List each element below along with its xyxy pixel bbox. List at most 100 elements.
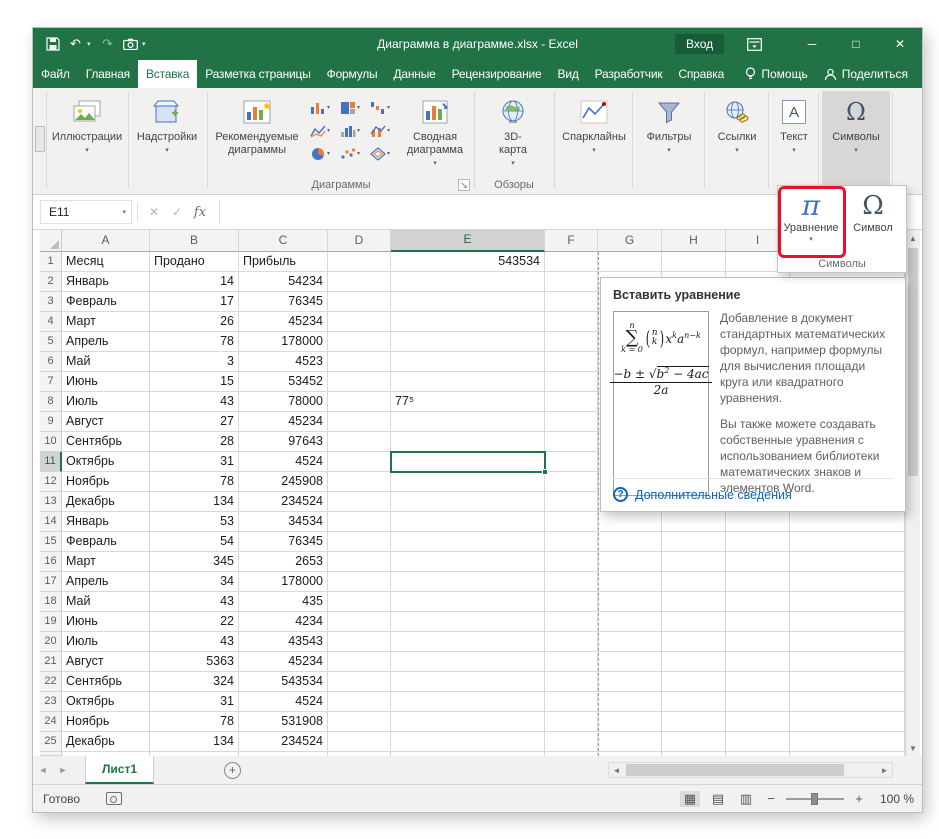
column-header-A[interactable]: A [62,230,150,252]
cell-D7[interactable] [328,372,391,392]
zoom-in-icon[interactable]: + [852,791,866,806]
cell-J18[interactable] [790,592,905,612]
sign-in-button[interactable]: Вход [675,34,724,54]
cell-H23[interactable] [662,692,726,712]
cell-E6[interactable] [391,352,545,372]
cell-B25[interactable]: 134 [150,732,239,752]
cell-B13[interactable]: 134 [150,492,239,512]
cell-D18[interactable] [328,592,391,612]
cell-I16[interactable] [726,552,790,572]
zoom-slider-thumb[interactable] [811,793,818,805]
cell-D13[interactable] [328,492,391,512]
row-header-16[interactable]: 16 [40,552,62,572]
cell-B14[interactable]: 53 [150,512,239,532]
row-header-21[interactable]: 21 [40,652,62,672]
links-button[interactable]: Ссылки ▾ [708,91,766,191]
camera-icon[interactable] [119,32,142,56]
cell-J24[interactable] [790,712,905,732]
cell-E14[interactable] [391,512,545,532]
cell-H14[interactable] [662,512,726,532]
cell-J23[interactable] [790,692,905,712]
cell-A25[interactable]: Декабрь [62,732,150,752]
cell-I21[interactable] [726,652,790,672]
cell-B5[interactable]: 78 [150,332,239,352]
zoom-level-label[interactable]: 100 % [874,792,914,806]
cell-F2[interactable] [545,272,598,292]
ribbon-tab-view[interactable]: Вид [550,60,587,88]
close-button[interactable]: ✕ [878,28,922,60]
cell-E12[interactable] [391,472,545,492]
row-header-6[interactable]: 6 [40,352,62,372]
cell-D25[interactable] [328,732,391,752]
save-icon[interactable] [41,32,64,56]
cell-D17[interactable] [328,572,391,592]
map3d-button[interactable]: 3D- карта ▾ [480,91,546,191]
cell-E8[interactable]: 77⁵ [391,392,545,412]
cell-D22[interactable] [328,672,391,692]
addins-button[interactable]: Надстройки ▾ [130,91,204,191]
cell-E9[interactable] [391,412,545,432]
cell-I19[interactable] [726,612,790,632]
cell-B6[interactable]: 3 [150,352,239,372]
cell-B16[interactable]: 345 [150,552,239,572]
cell-E5[interactable] [391,332,545,352]
cell-D3[interactable] [328,292,391,312]
scroll-down-icon[interactable]: ▼ [906,740,920,756]
cell-E20[interactable] [391,632,545,652]
customize-qat-icon[interactable]: ▾ [142,40,151,48]
sheet-nav-right-icon[interactable]: ► [53,756,73,784]
cell-B1[interactable]: Продано [150,252,239,272]
zoom-out-icon[interactable]: − [764,791,778,806]
cell-D14[interactable] [328,512,391,532]
cell-A5[interactable]: Апрель [62,332,150,352]
cell-F23[interactable] [545,692,598,712]
row-header-22[interactable]: 22 [40,672,62,692]
cell-D4[interactable] [328,312,391,332]
cell-C1[interactable]: Прибыль [239,252,328,272]
row-header-1[interactable]: 1 [40,252,62,272]
cell-A11[interactable]: Октябрь [62,452,150,472]
cell-G15[interactable] [598,532,662,552]
cell-B11[interactable]: 31 [150,452,239,472]
row-header-20[interactable]: 20 [40,632,62,652]
cell-A19[interactable]: Июнь [62,612,150,632]
cell-B12[interactable]: 78 [150,472,239,492]
cell-F20[interactable] [545,632,598,652]
cell-E16[interactable] [391,552,545,572]
cell-F1[interactable] [545,252,598,272]
cell-C9[interactable]: 45234 [239,412,328,432]
cell-C24[interactable]: 531908 [239,712,328,732]
cell-C3[interactable]: 76345 [239,292,328,312]
cell-F15[interactable] [545,532,598,552]
row-header-11[interactable]: 11 [40,452,62,472]
cell-A24[interactable]: Ноябрь [62,712,150,732]
normal-view-icon[interactable]: ▦ [680,791,700,807]
cell-C17[interactable]: 178000 [239,572,328,592]
cell-G21[interactable] [598,652,662,672]
column-header-D[interactable]: D [328,230,391,252]
add-sheet-icon[interactable]: + [224,762,241,779]
row-header-25[interactable]: 25 [40,732,62,752]
recommended-charts-button[interactable]: Рекомендуемые диаграммы [213,91,301,191]
cell-E24[interactable] [391,712,545,732]
cell-H15[interactable] [662,532,726,552]
cell-F8[interactable] [545,392,598,412]
ribbon-tab-insert[interactable]: Вставка [138,60,197,88]
horizontal-scrollbar[interactable]: ◄ ► [608,762,893,778]
ribbon-tab-developer[interactable]: Разработчик [587,60,671,88]
cell-I17[interactable] [726,572,790,592]
cell-F22[interactable] [545,672,598,692]
insert-function-button[interactable]: fx [189,200,211,224]
horizontal-scroll-thumb[interactable] [626,764,844,776]
pivot-chart-button[interactable]: Сводная диаграмма ▾ [398,91,472,191]
vertical-scrollbar[interactable]: ▲ ▼ [905,230,920,756]
minimize-button[interactable]: ─ [790,28,834,60]
cell-H16[interactable] [662,552,726,572]
insert-line-chart-button[interactable]: ▾ [305,119,335,142]
ribbon-tab-file[interactable]: Файл [33,60,78,88]
select-all-corner[interactable] [40,230,62,252]
cell-I22[interactable] [726,672,790,692]
sheet-tab-list1[interactable]: Лист1 [85,756,154,784]
cell-C18[interactable]: 435 [239,592,328,612]
cell-F10[interactable] [545,432,598,452]
